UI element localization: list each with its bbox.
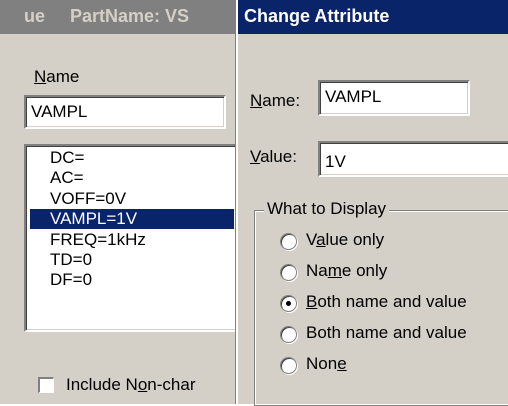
part-name-label-accel: N bbox=[34, 67, 47, 86]
part-name-field[interactable]: VAMPL bbox=[24, 95, 226, 129]
attribute-list-item[interactable]: VAMPL=1V bbox=[30, 209, 234, 230]
dialog-name-label: Name: bbox=[250, 91, 301, 110]
include-non-changeable-label: Include Non-char bbox=[66, 375, 196, 394]
dialog-value-label: Value: bbox=[250, 147, 297, 166]
dialog-value-field-value: 1V bbox=[325, 152, 346, 171]
attribute-list-item[interactable]: AC= bbox=[30, 168, 234, 188]
change-attribute-dialog: Change Attribute Name: VAMPL Value: 1V W… bbox=[236, 0, 508, 406]
display-option-radio[interactable] bbox=[280, 357, 297, 374]
include-non-changeable-checkbox[interactable] bbox=[38, 377, 54, 393]
display-option-label[interactable]: Name only bbox=[306, 261, 387, 281]
display-option-radio[interactable] bbox=[280, 326, 297, 343]
attribute-list[interactable]: DC= AC= VOFF=0V VAMPL=1V FREQ=1kHz TD=0 DF=0 bbox=[24, 144, 240, 332]
attribute-list-item[interactable]: TD=0 bbox=[30, 250, 234, 270]
dialog-value-field[interactable]: 1V bbox=[318, 141, 508, 177]
display-option-radio[interactable] bbox=[280, 295, 297, 312]
display-option-label[interactable]: None bbox=[306, 354, 347, 374]
part-window-titlebar[interactable]: ue PartName: VS bbox=[0, 0, 244, 34]
dialog-titlebar[interactable]: Change Attribute bbox=[238, 0, 508, 34]
display-option-radio[interactable] bbox=[280, 233, 297, 250]
part-name-label-rest: ame bbox=[46, 67, 80, 86]
display-option-label[interactable]: Both name and value bbox=[306, 292, 467, 312]
part-attributes-window: ue PartName: VS Name VAMPL DC= AC= VOFF=0V… bbox=[0, 0, 244, 404]
dialog-name-field-value: VAMPL bbox=[325, 87, 382, 106]
attribute-list-item[interactable]: DC= bbox=[30, 148, 234, 168]
display-option-radio[interactable] bbox=[280, 264, 297, 281]
radio-selected-dot bbox=[286, 301, 291, 306]
dialog-title: Change Attribute bbox=[244, 6, 390, 26]
attribute-list-item[interactable]: VOFF=0V bbox=[30, 189, 234, 209]
display-option-label[interactable]: Value only bbox=[306, 230, 384, 250]
part-window-title: PartName: VS bbox=[70, 6, 190, 26]
dialog-name-field[interactable]: VAMPL bbox=[318, 80, 470, 116]
attribute-list-item[interactable]: FREQ=1kHz bbox=[30, 230, 234, 250]
what-to-display-label: What to Display bbox=[264, 199, 390, 219]
attribute-list-item[interactable]: DF=0 bbox=[30, 270, 234, 290]
display-option-label[interactable]: Both name and value bbox=[306, 323, 467, 343]
part-name-label: Name bbox=[34, 67, 79, 87]
part-name-field-value: VAMPL bbox=[31, 102, 88, 121]
part-window-title-prefix: ue bbox=[24, 6, 46, 26]
